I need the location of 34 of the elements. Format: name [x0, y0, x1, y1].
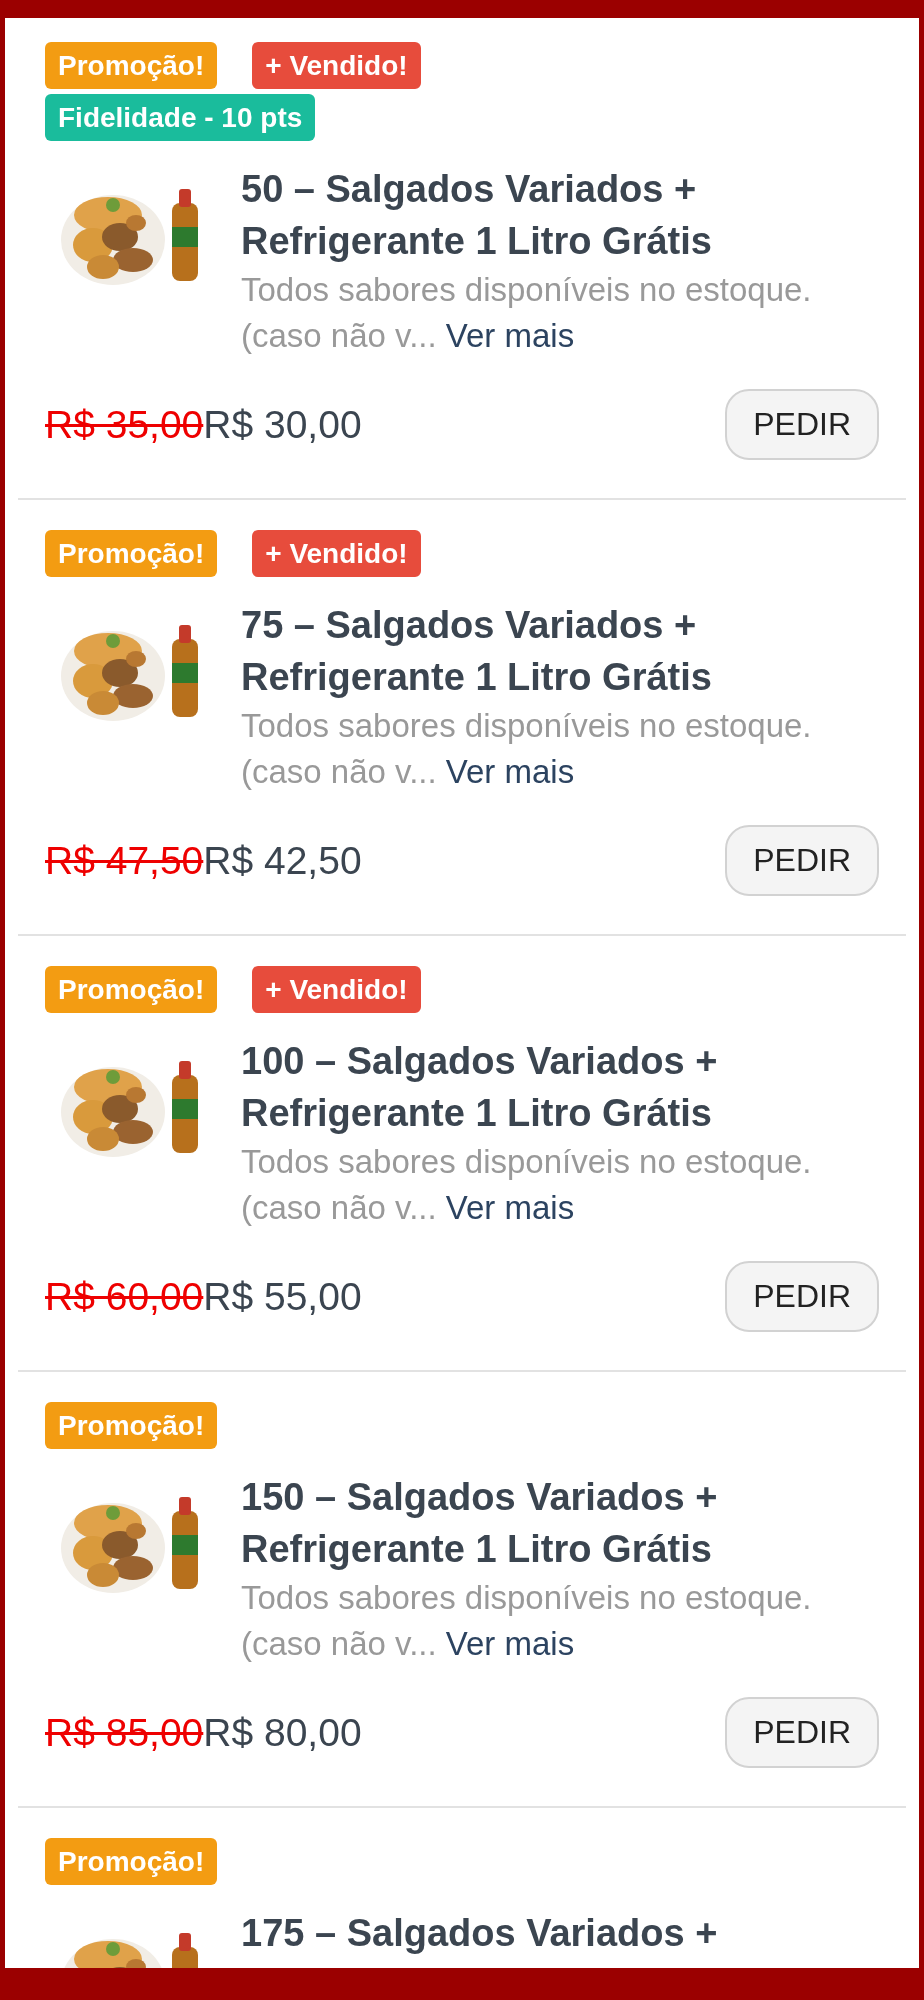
- product-title: 150 – Salgados Variados + Refrigerante 1 Litro Grátis: [241, 1475, 719, 1572]
- product-description: Todos sabores disponíveis no estoque. (caso não v... Ver mais: [241, 270, 813, 356]
- product-tag: Promoção!: [45, 1402, 218, 1449]
- see-more-link[interactable]: Ver mais: [445, 1189, 575, 1226]
- product-tag: Fidelidade - 10 pts: [45, 94, 316, 141]
- order-button[interactable]: PEDIR: [725, 1261, 879, 1332]
- old-price: R$ 60,00: [45, 1274, 204, 1319]
- see-more-link[interactable]: Ver mais: [445, 317, 575, 354]
- product-tag: Promoção!: [45, 966, 218, 1013]
- product-description: Todos sabores disponíveis no estoque. (caso não v... Ver mais: [241, 1578, 813, 1664]
- product-title: 175 – Salgados Variados +: [241, 1911, 719, 1956]
- product-description: Todos sabores disponíveis no estoque. (caso não v... Ver mais: [241, 1142, 813, 1228]
- price: R$ 55,00: [203, 1274, 362, 1319]
- see-more-link[interactable]: Ver mais: [445, 1625, 575, 1662]
- old-price: R$ 47,50: [45, 838, 204, 883]
- old-price: R$ 35,00: [45, 402, 204, 447]
- product-tag: + Vendido!: [252, 42, 421, 89]
- product-tag: + Vendido!: [252, 530, 421, 577]
- price: R$ 30,00: [203, 402, 362, 447]
- price: R$ 42,50: [203, 838, 362, 883]
- order-button[interactable]: PEDIR: [725, 389, 879, 460]
- order-button[interactable]: PEDIR: [725, 1697, 879, 1768]
- product-description: Todos sabores disponíveis no estoque. (caso não v... Ver mais: [241, 706, 813, 792]
- price: R$ 80,00: [203, 1710, 362, 1755]
- see-more-link[interactable]: Ver mais: [445, 753, 575, 790]
- product-tag: + Vendido!: [252, 966, 421, 1013]
- order-button[interactable]: PEDIR: [725, 825, 879, 896]
- product-tag: Promoção!: [45, 42, 218, 89]
- product-tag: Promoção!: [45, 1838, 218, 1885]
- old-price: R$ 85,00: [45, 1710, 204, 1755]
- product-tag: Promoção!: [45, 530, 218, 577]
- product-title: 75 – Salgados Variados + Refrigerante 1 Litro Grátis: [241, 603, 713, 700]
- product-title: 50 – Salgados Variados + Refrigerante 1 Litro Grátis: [241, 167, 713, 264]
- product-title: 100 – Salgados Variados + Refrigerante 1 Litro Grátis: [241, 1039, 719, 1136]
